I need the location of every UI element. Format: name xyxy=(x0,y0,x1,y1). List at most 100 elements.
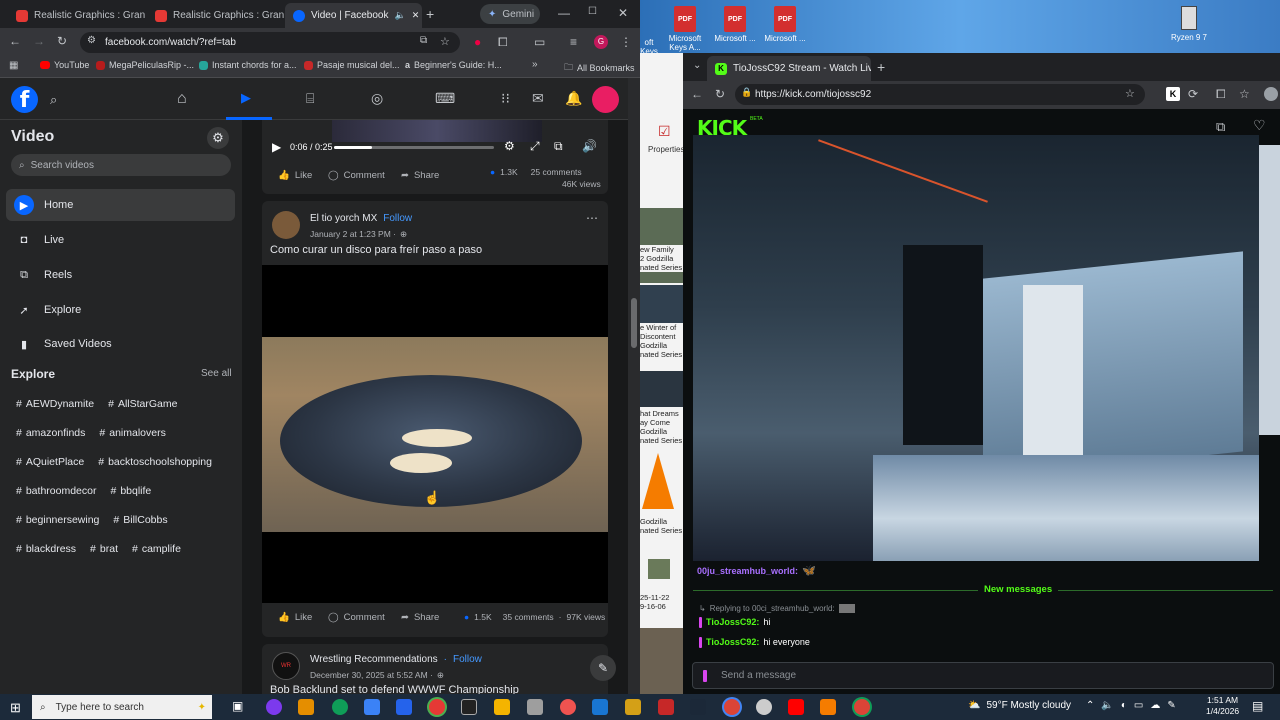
maximize-icon[interactable]: ☐ xyxy=(588,6,597,17)
post-date[interactable]: January 2 at 1:23 PM · xyxy=(310,229,396,240)
new-message-compose-icon[interactable]: ✎ xyxy=(590,655,616,681)
share-button[interactable]: ➦ Share xyxy=(401,612,439,623)
vlc-icon[interactable] xyxy=(820,699,836,715)
more-bookmarks-icon[interactable]: » xyxy=(532,59,538,70)
new-messages-label[interactable]: New messages xyxy=(978,584,1059,595)
window-close-icon[interactable]: ✕ xyxy=(618,6,628,20)
chat-username[interactable]: TioJossC92: xyxy=(706,617,759,628)
all-bookmarks[interactable]: 🗀 All Bookmarks xyxy=(564,60,635,76)
page-scrollbar[interactable] xyxy=(628,78,640,694)
video-player[interactable]: ☝ xyxy=(262,265,608,603)
hashtag-chip[interactable]: # AEWDynamite xyxy=(10,393,100,415)
search-icon[interactable]: ⌕ xyxy=(50,92,57,108)
favorites-icon[interactable]: ☆ xyxy=(1239,87,1250,101)
file-thumbnail[interactable] xyxy=(640,371,683,407)
youtube-icon[interactable] xyxy=(788,699,804,715)
pen-icon[interactable]: ✎ xyxy=(1167,700,1175,711)
sidebar-item-explore[interactable]: ➚ Explore xyxy=(6,294,235,326)
video-nav-icon[interactable]: ▶ xyxy=(241,90,251,106)
hashtag-chip[interactable]: # camplife xyxy=(126,538,187,560)
new-tab-icon[interactable]: + xyxy=(426,6,434,22)
see-all-link[interactable]: See all xyxy=(201,368,232,379)
app-icon[interactable] xyxy=(527,699,543,715)
back-icon[interactable]: ← xyxy=(9,34,21,48)
groups-nav-icon[interactable]: ◎ xyxy=(371,90,383,107)
address-bar[interactable]: ⚙ facebook.com/watch/?ref=tab ⧉ ☆ xyxy=(80,32,460,53)
cast-icon[interactable]: ▭ xyxy=(534,35,545,49)
extension-icon[interactable]: ● xyxy=(474,35,481,49)
sidebar-item-saved-videos[interactable]: ▮ Saved Videos xyxy=(6,328,235,360)
back-icon[interactable]: ← xyxy=(691,87,703,101)
sidebar-item-home[interactable]: ▶ Home xyxy=(6,189,235,221)
site-info-icon[interactable]: ⚙ xyxy=(87,35,96,46)
author-name[interactable]: El tio yorch MX xyxy=(310,213,377,224)
media-icon[interactable]: ≡ xyxy=(570,35,577,49)
bookmark-star-icon[interactable]: ☆ xyxy=(1125,87,1135,100)
file-explorer-icon[interactable] xyxy=(494,699,510,715)
fullscreen-icon[interactable]: ⤢ xyxy=(530,139,540,154)
properties-checkmark-icon[interactable]: ☑ xyxy=(658,123,671,140)
cloud-icon[interactable]: ☁ xyxy=(1150,700,1160,711)
app-icon[interactable] xyxy=(756,699,772,715)
settings-gear-icon[interactable]: ⚙ xyxy=(207,127,229,149)
extension-icon[interactable]: ⟳ xyxy=(1188,87,1198,101)
network-icon[interactable]: ◐ xyxy=(1121,700,1127,711)
close-icon[interactable]: ✕ xyxy=(412,10,420,21)
video-progress-bar[interactable] xyxy=(334,146,494,149)
app-icon[interactable] xyxy=(364,699,380,715)
home-nav-icon[interactable]: ⌂ xyxy=(177,90,187,108)
bookmark-megapeliculas[interactable]: MegaPeliculasRip -... xyxy=(96,60,194,70)
hashtag-chip[interactable]: # bbqlife xyxy=(104,480,157,502)
steam-icon[interactable] xyxy=(690,699,706,715)
app-icon[interactable] xyxy=(429,699,445,715)
desktop-icon-pdf[interactable]: PDF Microsoft ... xyxy=(712,6,758,43)
vlc-cone-icon[interactable] xyxy=(642,453,674,509)
chat-message-input[interactable]: Send a message xyxy=(692,662,1274,689)
follow-heart-icon[interactable]: ♡ xyxy=(1253,117,1266,134)
tab-realistic-graphics-1[interactable]: Realistic Graphics : Grand ✕ xyxy=(8,3,145,28)
minimize-icon[interactable]: — xyxy=(558,6,570,20)
account-avatar[interactable] xyxy=(592,86,619,113)
profile-avatar-icon[interactable]: G xyxy=(594,35,608,49)
speaker-icon[interactable]: 🔈 xyxy=(1101,700,1113,711)
app-icon[interactable] xyxy=(625,699,641,715)
menu-grid-icon[interactable]: ⁝⁝ xyxy=(501,90,510,107)
more-options-icon[interactable]: ⋯ xyxy=(586,211,598,225)
hashtag-chip[interactable]: # blackdress xyxy=(10,538,82,560)
install-icon[interactable]: ⧉ xyxy=(420,35,427,46)
profile-avatar-icon[interactable] xyxy=(1264,87,1278,101)
taskbar-search-box[interactable]: ⌕ Type here to search ✦ xyxy=(32,695,212,719)
comment-button[interactable]: ◯ Comment xyxy=(328,612,385,623)
sidebar-item-reels[interactable]: ⧉ Reels xyxy=(6,259,235,291)
hashtag-chip[interactable]: # BillCobbs xyxy=(107,509,173,531)
menu-kebab-icon[interactable]: ⋮ xyxy=(620,35,632,49)
like-button[interactable]: 👍 Like xyxy=(278,170,312,181)
hashtag-chip[interactable]: # beginnersewing xyxy=(10,509,105,531)
hashtag-chip[interactable]: # AllStarGame xyxy=(102,393,183,415)
extensions-puzzle-icon[interactable]: ⧠ xyxy=(1216,87,1226,102)
desktop-icon-device[interactable]: Ryzen 9 7 xyxy=(1166,6,1212,42)
sidebar-item-live[interactable]: ◘ Live xyxy=(6,224,235,256)
chat-username[interactable]: TioJossC92: xyxy=(706,637,759,648)
battery-icon[interactable]: ▭ xyxy=(1134,700,1143,711)
file-thumbnail[interactable] xyxy=(648,559,670,579)
forward-icon[interactable]: → xyxy=(33,34,45,48)
reaction-summary[interactable]: ● 1.5K 35 comments · 97K views xyxy=(464,612,605,622)
post-date[interactable]: December 30, 2025 at 5:52 AM · xyxy=(310,670,433,681)
app-icon[interactable] xyxy=(266,699,282,715)
notification-icon[interactable]: ▤ xyxy=(1252,699,1263,713)
app-icon[interactable] xyxy=(658,699,674,715)
scrollbar-thumb[interactable] xyxy=(631,298,637,348)
hashtag-chip[interactable]: # AQuietPlace xyxy=(10,451,90,473)
file-thumbnail[interactable] xyxy=(640,628,683,694)
app-icon[interactable] xyxy=(560,699,576,715)
speaker-icon[interactable]: 🔈 xyxy=(394,10,405,21)
kick-address-bar[interactable]: 🔒 https://kick.com/tiojossc92 ☆ xyxy=(735,84,1145,105)
tab-gemini[interactable]: ✦ Gemini xyxy=(480,4,540,24)
bookmark-beginners-guide[interactable]: a Beginner's Guide: H... xyxy=(405,60,502,70)
app-icon[interactable] xyxy=(298,699,314,715)
new-tab-icon[interactable]: + xyxy=(877,59,885,75)
share-button[interactable]: ➦ Share xyxy=(401,170,439,181)
file-thumbnail[interactable] xyxy=(640,285,683,323)
hashtag-chip[interactable]: # brat xyxy=(84,538,124,560)
